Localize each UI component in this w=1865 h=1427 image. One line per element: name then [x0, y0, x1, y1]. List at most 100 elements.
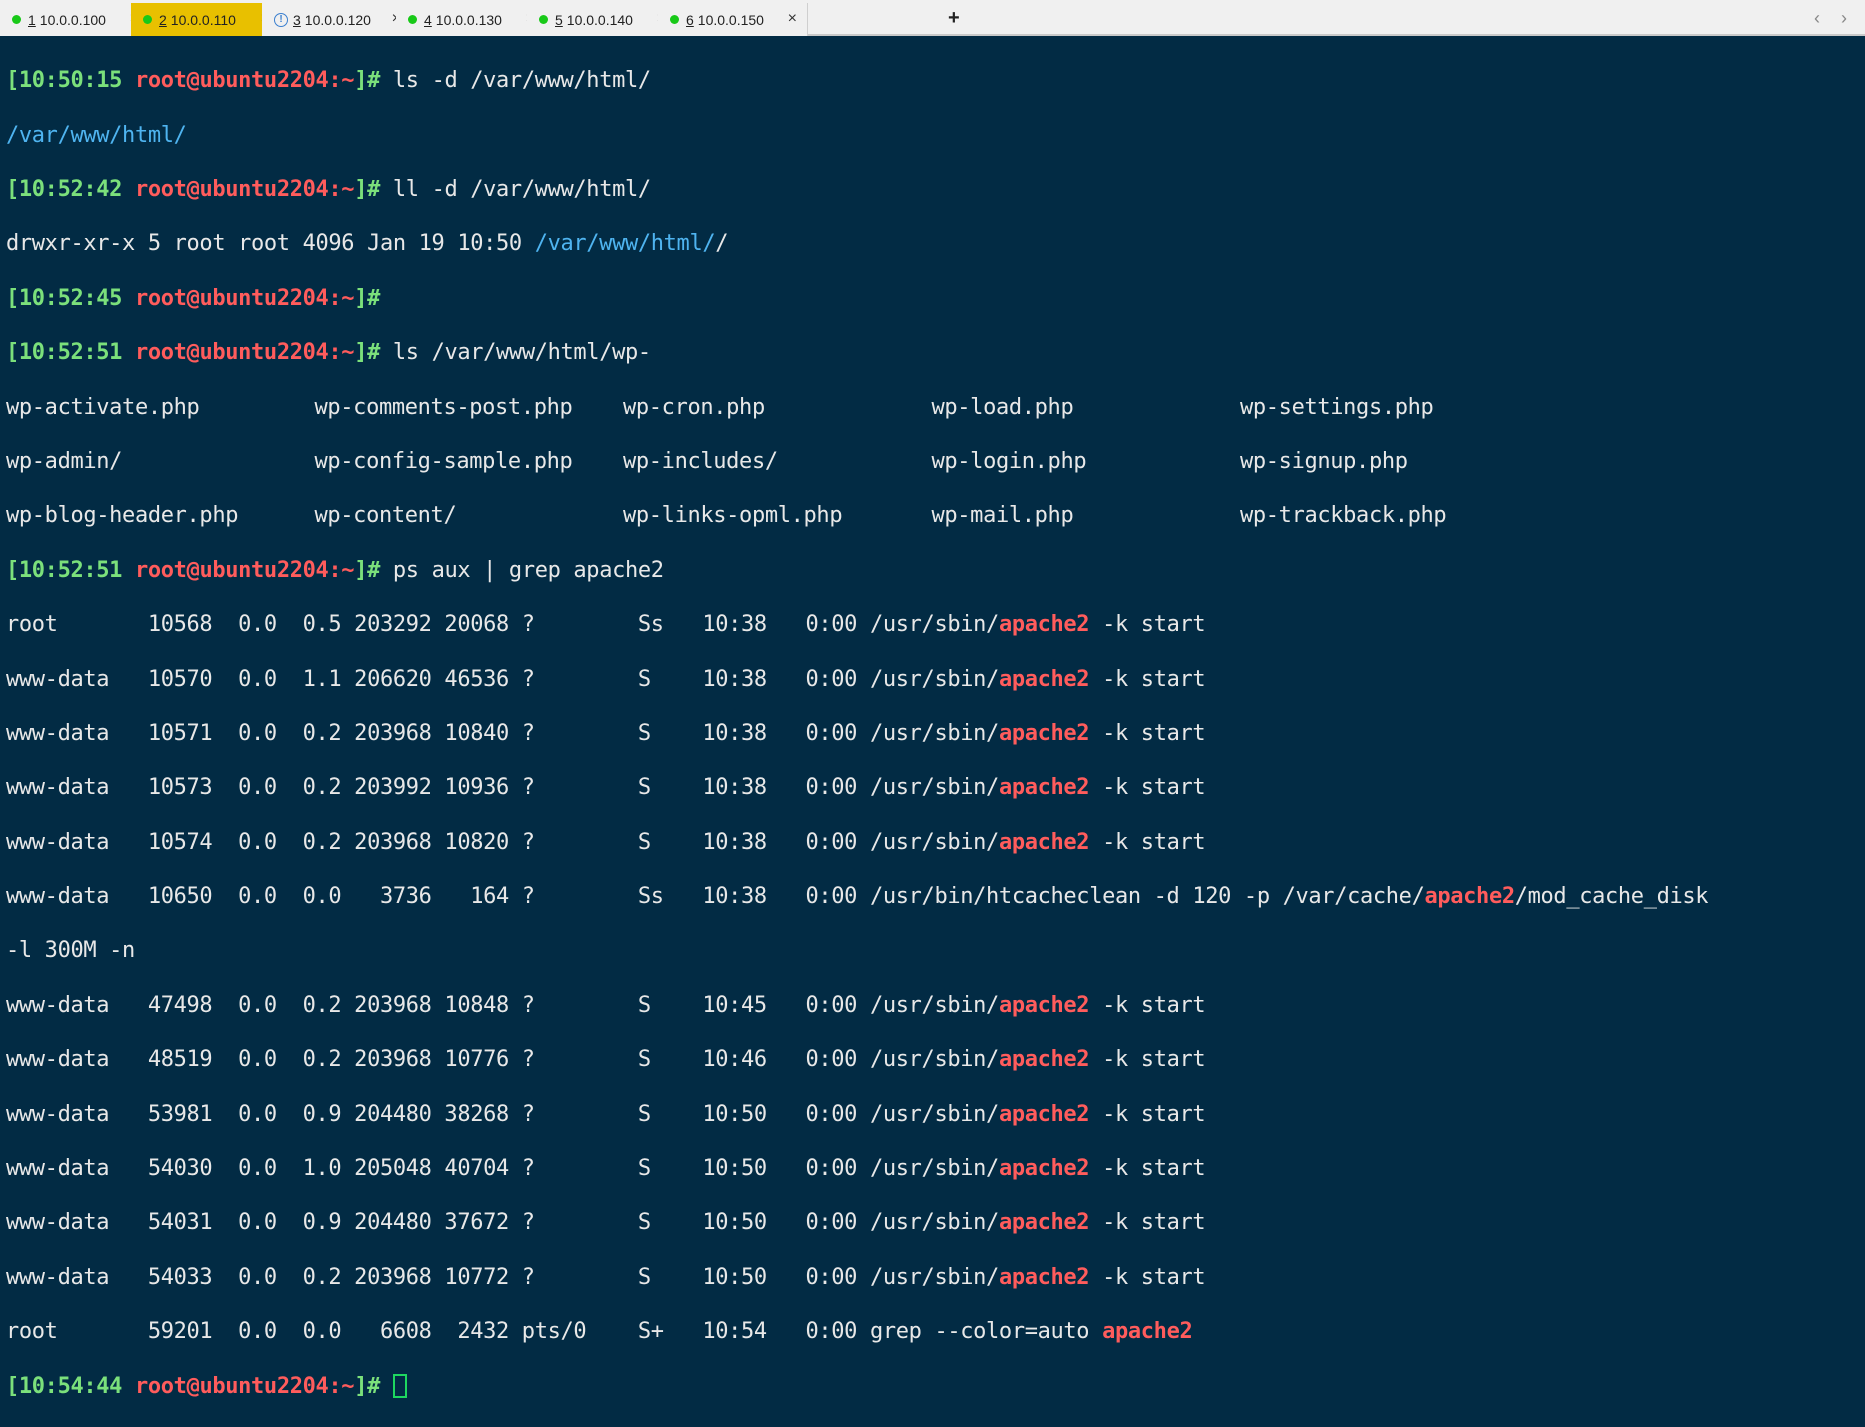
- output-text: /: [715, 231, 729, 257]
- process-row: www-data 54033 0.0 0.2 203968 10772 ? S …: [6, 1264, 1865, 1291]
- process-text: www-data 47498 0.0 0.2 203968 10848 ? S …: [6, 992, 999, 1018]
- process-text: -k start: [1089, 1156, 1206, 1182]
- session-tab-1[interactable]: 1 10.0.0.100 ×: [0, 3, 150, 36]
- process-text: /mod_cache_disk: [1514, 884, 1709, 910]
- file-entry: wp-cron.php: [623, 394, 765, 420]
- prompt-suffix: ]#: [354, 1373, 380, 1399]
- process-row: www-data 53981 0.0 0.9 204480 38268 ? S …: [6, 1101, 1865, 1128]
- match-highlight: apache2: [998, 1156, 1090, 1182]
- new-tab-button[interactable]: +: [948, 8, 960, 28]
- terminal-cursor[interactable]: [392, 1373, 407, 1398]
- match-highlight: apache2: [998, 829, 1090, 855]
- terminal-line: [10:52:42 root@ubuntu2204:~]# ll -d /var…: [6, 176, 1865, 203]
- session-tab-5[interactable]: 5 10.0.0.140 ×: [527, 3, 677, 36]
- process-text: -k start: [1089, 1264, 1206, 1290]
- match-highlight: apache2: [998, 1210, 1090, 1236]
- prompt-suffix: ]#: [354, 285, 380, 311]
- file-listing-row: wp-activate.php wp-comments-post.php wp-cr…: [6, 394, 1865, 421]
- status-connected-icon: [408, 15, 417, 24]
- process-row: www-data 48519 0.0 0.2 203968 10776 ? S …: [6, 1046, 1865, 1073]
- process-row: www-data 47498 0.0 0.2 203968 10848 ? S …: [6, 992, 1865, 1019]
- output-text: drwxr-xr-x 5 root root 4096 Jan 19 10:50: [6, 231, 535, 257]
- session-tab-3[interactable]: ! 3 10.0.0.120 ×: [262, 3, 412, 36]
- prompt-timestamp: [10:52:42: [6, 176, 123, 202]
- prompt-timestamp: [10:52:51: [6, 557, 123, 583]
- close-icon[interactable]: ×: [788, 10, 797, 28]
- match-highlight: apache2: [998, 775, 1090, 801]
- prompt-timestamp: [10:50:15: [6, 68, 123, 94]
- terminal-line: drwxr-xr-x 5 root root 4096 Jan 19 10:50…: [6, 230, 1865, 257]
- file-entry: wp-admin/: [6, 448, 123, 474]
- process-row: root 10568 0.0 0.5 203292 20068 ? Ss 10:…: [6, 611, 1865, 638]
- match-highlight: apache2: [998, 1101, 1090, 1127]
- file-listing-row: wp-admin/wp-config-sample.php wp-includes…: [6, 448, 1865, 475]
- prompt-timestamp: [10:52:51: [6, 340, 123, 366]
- tab-host: 10.0.0.120: [304, 11, 371, 28]
- process-row: root 59201 0.0 0.0 6608 2432 pts/0 S+ 10…: [6, 1318, 1865, 1345]
- terminal-line: [10:52:45 root@ubuntu2204:~]#: [6, 285, 1865, 312]
- process-text: www-data 10571 0.0 0.2 203968 10840 ? S …: [6, 720, 999, 746]
- terminal-line: [10:52:51 root@ubuntu2204:~]# ls /var/ww…: [6, 339, 1865, 366]
- process-row: www-data 10570 0.0 1.1 206620 46536 ? S …: [6, 666, 1865, 693]
- session-tab-2[interactable]: 2 10.0.0.110 ×: [131, 3, 281, 36]
- process-text: -k start: [1089, 992, 1206, 1018]
- command-text: ls /var/www/html/wp-: [379, 340, 651, 366]
- prompt-user: root@ubuntu2204:~: [134, 340, 355, 366]
- prompt-suffix: ]#: [354, 340, 380, 366]
- process-row: www-data 54031 0.0 0.9 204480 37672 ? S …: [6, 1209, 1865, 1236]
- process-row: www-data 10650 0.0 0.0 3736 164 ? Ss 10:…: [6, 883, 1865, 910]
- status-connected-icon: [12, 15, 21, 24]
- process-text: -k start: [1089, 1047, 1206, 1073]
- process-text: www-data 53981 0.0 0.9 204480 38268 ? S …: [6, 1101, 999, 1127]
- session-tab-bar: 1 10.0.0.100 × 2 10.0.0.110 × ! 3 10.0.0…: [0, 0, 1865, 36]
- prompt-timestamp: [10:54:44: [6, 1373, 123, 1399]
- process-row: www-data 10571 0.0 0.2 203968 10840 ? S …: [6, 720, 1865, 747]
- terminal-output[interactable]: [10:50:15 root@ubuntu2204:~]# ls -d /var…: [0, 36, 1865, 1398]
- process-row: www-data 54030 0.0 1.0 205048 40704 ? S …: [6, 1155, 1865, 1182]
- session-tab-6[interactable]: 6 10.0.0.150 ×: [658, 3, 808, 36]
- tab-scroll-arrows[interactable]: ‹ ›: [1814, 8, 1855, 29]
- status-connected-icon: [670, 15, 679, 24]
- process-text: www-data 54030 0.0 1.0 205048 40704 ? S …: [6, 1156, 999, 1182]
- process-text: -k start: [1089, 1101, 1206, 1127]
- file-entry: wp-comments-post.php: [314, 394, 573, 420]
- file-entry: wp-mail.php: [931, 503, 1074, 529]
- file-listing-row: wp-blog-header.php wp-content/wp-links-op…: [6, 502, 1865, 529]
- match-highlight: apache2: [1102, 1319, 1193, 1345]
- process-text: -k start: [1089, 720, 1206, 746]
- process-row: www-data 10573 0.0 0.2 203992 10936 ? S …: [6, 774, 1865, 801]
- process-text: root 59201 0.0 0.0 6608 2432 pts/0 S+ 10…: [6, 1319, 1103, 1345]
- process-text: www-data 48519 0.0 0.2 203968 10776 ? S …: [6, 1047, 999, 1073]
- file-entry: wp-load.php: [931, 394, 1074, 420]
- process-text: www-data 54033 0.0 0.2 203968 10772 ? S …: [6, 1264, 999, 1290]
- tab-host: 10.0.0.110: [170, 11, 236, 28]
- prompt-suffix: ]#: [354, 557, 380, 583]
- file-entry: wp-blog-header.php: [6, 503, 239, 529]
- status-connected-icon: [143, 15, 152, 24]
- process-text: www-data 10574 0.0 0.2 203968 10820 ? S …: [6, 829, 999, 855]
- file-entry: wp-settings.php: [1240, 394, 1434, 420]
- terminal-line: [10:50:15 root@ubuntu2204:~]# ls -d /var…: [6, 67, 1865, 94]
- tab-number: 2: [159, 11, 167, 28]
- prompt-user: root@ubuntu2204:~: [134, 176, 355, 202]
- directory-text: /var/www/html/: [534, 231, 716, 257]
- file-entry: wp-trackback.php: [1240, 503, 1447, 529]
- match-highlight: apache2: [998, 612, 1090, 638]
- session-tab-4[interactable]: 4 10.0.0.130 ×: [396, 3, 546, 36]
- match-highlight: apache2: [998, 1264, 1090, 1290]
- directory-text: /var/www/html/: [6, 122, 187, 148]
- match-highlight: apache2: [998, 1047, 1090, 1073]
- process-text: -k start: [1089, 666, 1206, 692]
- prompt-timestamp: [10:52:45: [6, 285, 123, 311]
- prompt-user: root@ubuntu2204:~: [134, 557, 355, 583]
- file-entry: wp-activate.php: [6, 394, 200, 420]
- process-text: -k start: [1089, 775, 1206, 801]
- tab-number: 6: [686, 11, 694, 28]
- tab-host: 10.0.0.100: [39, 11, 106, 28]
- status-connected-icon: [539, 15, 548, 24]
- file-entry: wp-config-sample.php: [314, 448, 573, 474]
- file-entry: wp-links-opml.php: [623, 503, 843, 529]
- file-entry: wp-login.php: [931, 448, 1087, 474]
- process-text: www-data 10570 0.0 1.1 206620 46536 ? S …: [6, 666, 999, 692]
- prompt-suffix: ]#: [354, 68, 380, 94]
